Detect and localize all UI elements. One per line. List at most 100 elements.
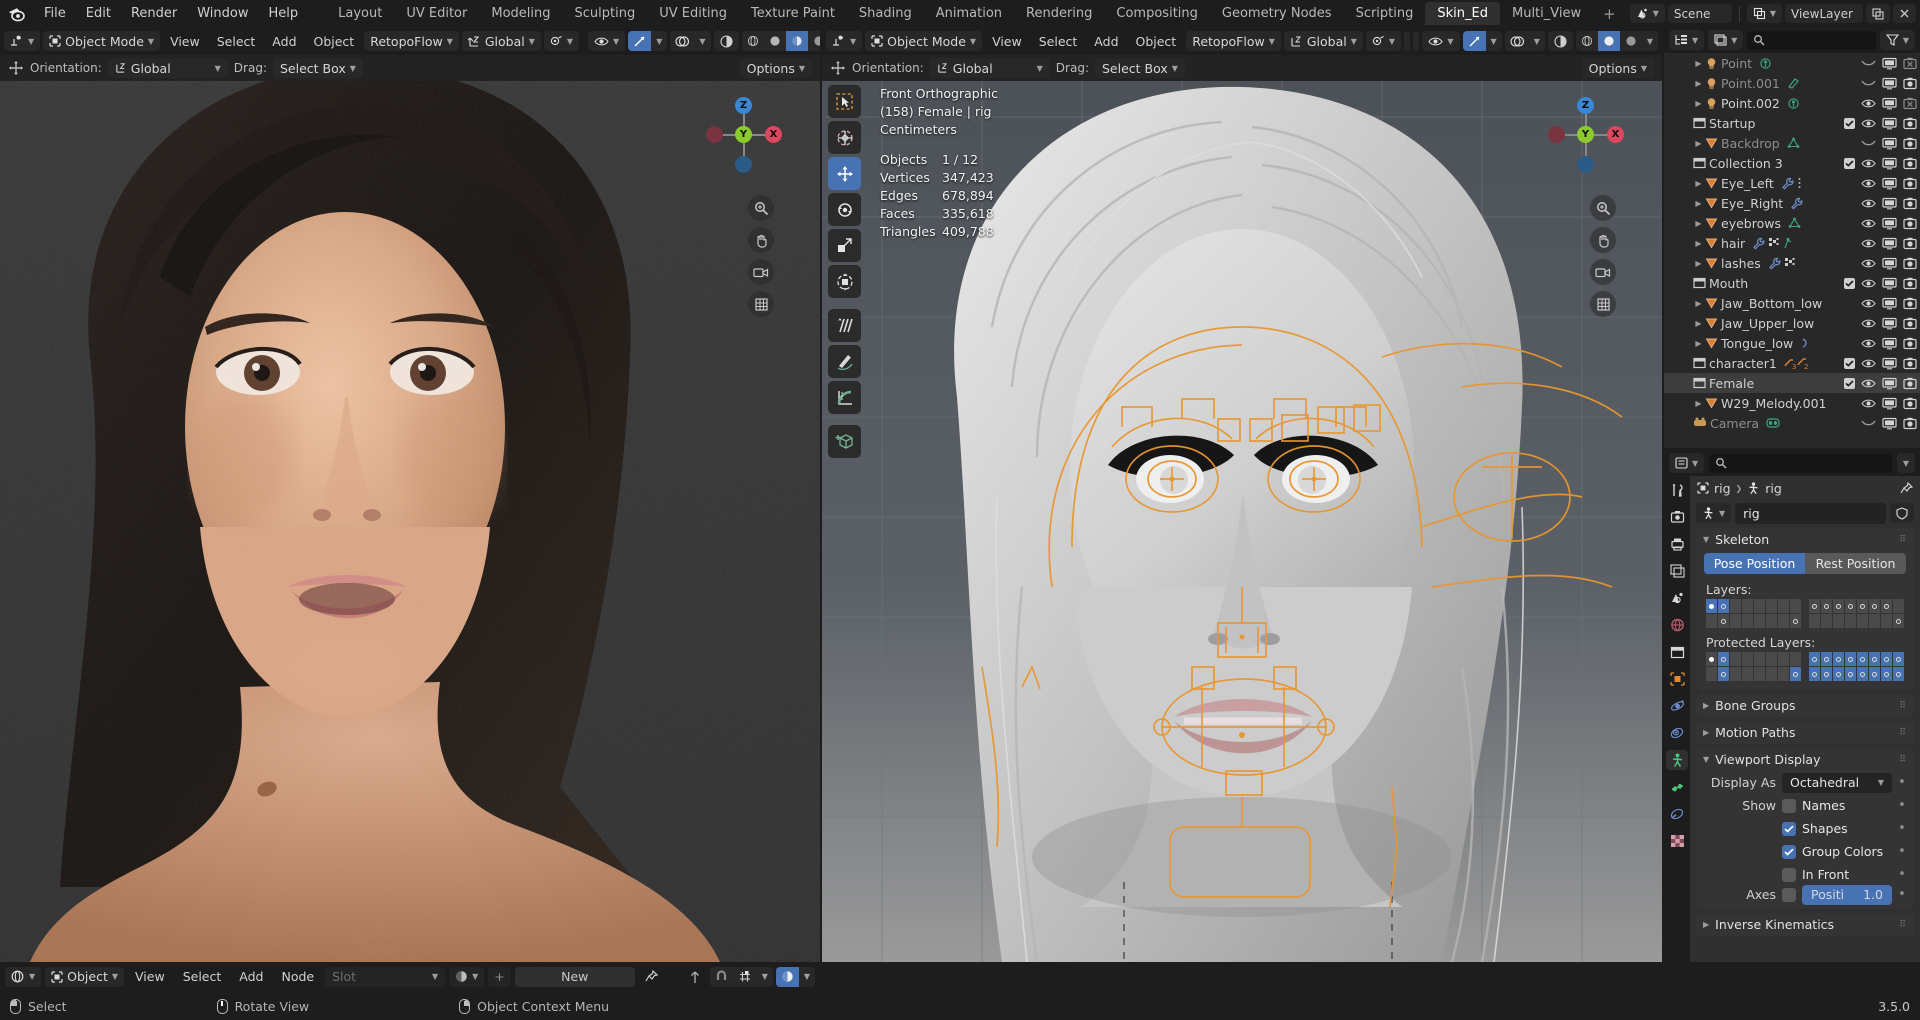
outliner-row[interactable]: Collection 3: [1664, 153, 1920, 173]
armature-layer-cell[interactable]: [1742, 652, 1753, 666]
viewport1-orientation-selector[interactable]: Global ▼: [461, 31, 541, 51]
remove-viewlayer-button[interactable]: [1893, 4, 1916, 23]
viewport1-retopoflow-menu[interactable]: RetopoFlow ▼: [364, 31, 459, 51]
protected-layers-grid[interactable]: [1696, 652, 1914, 690]
gizmo-axis-neg-z[interactable]: [735, 156, 752, 173]
eye-icon[interactable]: [1861, 398, 1876, 409]
armature-layer-cell[interactable]: [1893, 614, 1904, 628]
material-slot-dropdown[interactable]: Slot ▼: [325, 966, 446, 987]
properties-editor-type-button[interactable]: ▼: [1669, 453, 1705, 473]
viewport1-pivot-selector[interactable]: ▼: [543, 31, 580, 51]
menu-help[interactable]: Help: [259, 3, 309, 24]
viewport1-axis-gizmo[interactable]: Z Y X: [706, 97, 782, 173]
armature-layer-cell[interactable]: [1809, 652, 1820, 666]
armature-layer-cell[interactable]: [1881, 614, 1892, 628]
outliner-row[interactable]: ▶ lashes: [1664, 253, 1920, 273]
camera-render-icon[interactable]: [1903, 257, 1917, 270]
armature-layer-cell[interactable]: [1893, 599, 1904, 613]
disclosure-triangle-icon[interactable]: ▶: [1692, 219, 1705, 228]
camera-render-icon[interactable]: [1903, 337, 1917, 350]
animate-property-dot[interactable]: •: [1898, 821, 1906, 836]
eye-icon[interactable]: [1861, 139, 1876, 147]
panel-skeleton-header[interactable]: ▼ Skeleton ⠿: [1696, 528, 1914, 551]
layers-right-half[interactable]: [1809, 599, 1904, 628]
outliner-row[interactable]: ▶ Backdrop: [1664, 133, 1920, 153]
armature-layer-cell[interactable]: [1857, 667, 1868, 681]
disclosure-triangle-icon[interactable]: ▶: [1692, 299, 1705, 308]
eye-icon[interactable]: [1861, 258, 1876, 269]
camera-render-icon[interactable]: [1903, 297, 1917, 310]
eye-icon[interactable]: [1861, 98, 1876, 109]
camera-render-icon[interactable]: [1903, 217, 1917, 230]
armature-layer-cell[interactable]: [1790, 614, 1801, 628]
gizmo-axis-y[interactable]: Y: [735, 126, 752, 143]
disclosure-triangle-icon[interactable]: ▶: [1692, 99, 1705, 108]
camera-data-icon[interactable]: [1766, 417, 1780, 429]
armature-layer-cell[interactable]: [1778, 599, 1789, 613]
gizmo-axis-z[interactable]: Z: [1577, 97, 1594, 114]
eye-icon[interactable]: [1861, 378, 1876, 389]
group-colors-checkbox[interactable]: [1782, 844, 1796, 859]
viewport1-options-button[interactable]: Options ▼: [739, 58, 812, 78]
axes-checkbox[interactable]: [1782, 887, 1796, 902]
gizmo-axis-z[interactable]: Z: [735, 97, 752, 114]
camera-render-icon[interactable]: [1903, 277, 1917, 290]
collection-exclude-checkbox[interactable]: [1844, 357, 1855, 369]
camera-render-icon[interactable]: [1903, 117, 1917, 130]
workspace-tab-uv-editor[interactable]: UV Editor: [394, 2, 479, 25]
eye-icon[interactable]: [1861, 59, 1876, 67]
overlays-icon[interactable]: [1505, 31, 1529, 51]
breadcrumb-data-label[interactable]: rig: [1765, 481, 1782, 496]
shader-menu-add[interactable]: Add: [232, 967, 270, 986]
vertex-group-icon[interactable]: [1783, 237, 1793, 249]
viewport1-camera-button[interactable]: [748, 259, 774, 285]
viewport1-mode-selector[interactable]: Object Mode ▼: [43, 31, 161, 51]
viewport2-ortho-toggle-button[interactable]: [1590, 291, 1616, 317]
screen-icon[interactable]: [1882, 297, 1897, 310]
particles-icon[interactable]: [1784, 257, 1796, 269]
properties-tab-render[interactable]: [1666, 507, 1688, 527]
armature-layer-cell[interactable]: [1881, 599, 1892, 613]
properties-tab-viewlayer[interactable]: [1666, 561, 1688, 581]
shader-menu-select[interactable]: Select: [176, 967, 229, 986]
skeleton-position-toggle[interactable]: Pose Position Rest Position: [1704, 553, 1906, 574]
shader-type-selector[interactable]: Object ▼: [45, 966, 125, 987]
armature-layer-cell[interactable]: [1766, 599, 1777, 613]
viewport1-visibility-button[interactable]: ▼: [588, 31, 626, 51]
viewport2-retopoflow-menu[interactable]: RetopoFlow ▼: [1186, 31, 1281, 51]
properties-tab-data[interactable]: [1666, 750, 1688, 770]
armature-layer-cell[interactable]: [1718, 614, 1729, 628]
viewport1-ortho-toggle-button[interactable]: [748, 291, 774, 317]
viewport1-orientation-sub-dropdown[interactable]: Global ▼: [107, 58, 228, 78]
shader-preview-group[interactable]: ▼: [775, 966, 815, 987]
armature-layer-cell[interactable]: [1821, 652, 1832, 666]
disclosure-triangle-icon[interactable]: ▶: [1692, 259, 1705, 268]
tool-rotate-button[interactable]: [828, 193, 861, 226]
viewport2-options-button[interactable]: Options ▼: [1581, 58, 1654, 78]
workspace-tab-skin-ed[interactable]: Skin_Ed: [1425, 2, 1500, 25]
armature-layer-cell[interactable]: [1893, 667, 1904, 681]
properties-tab-texture[interactable]: [1666, 831, 1688, 851]
workspace-tab-geometry-nodes[interactable]: Geometry Nodes: [1210, 2, 1344, 25]
viewport2-gizmo-group[interactable]: ▼: [1462, 31, 1502, 51]
eye-icon[interactable]: [1861, 358, 1876, 369]
animate-property-dot[interactable]: •: [1898, 887, 1906, 902]
camera-render-icon[interactable]: [1903, 237, 1917, 250]
panel-bone-groups-header[interactable]: ▶ Bone Groups ⠿: [1696, 694, 1914, 717]
in-front-checkbox[interactable]: [1782, 867, 1796, 882]
tool-scale-button[interactable]: [828, 229, 861, 262]
screen-icon[interactable]: [1882, 77, 1897, 90]
armature-layer-cell[interactable]: [1754, 667, 1765, 681]
workspace-tab-compositing[interactable]: Compositing: [1104, 2, 1210, 25]
armature-layer-cell[interactable]: [1809, 614, 1820, 628]
screen-icon[interactable]: [1882, 97, 1897, 110]
armature-layer-cell[interactable]: [1821, 599, 1832, 613]
shader-menu-node[interactable]: Node: [274, 967, 321, 986]
workspace-tab-shading[interactable]: Shading: [847, 2, 924, 25]
shading-material-icon[interactable]: [1620, 31, 1642, 51]
viewport1-menu-object[interactable]: Object: [307, 32, 362, 51]
menu-file[interactable]: File: [34, 3, 76, 24]
viewport1-menu-view[interactable]: View: [163, 32, 207, 51]
outliner-row[interactable]: ▶ Eye_Left: [1664, 173, 1920, 193]
properties-tab-world[interactable]: [1666, 615, 1688, 635]
